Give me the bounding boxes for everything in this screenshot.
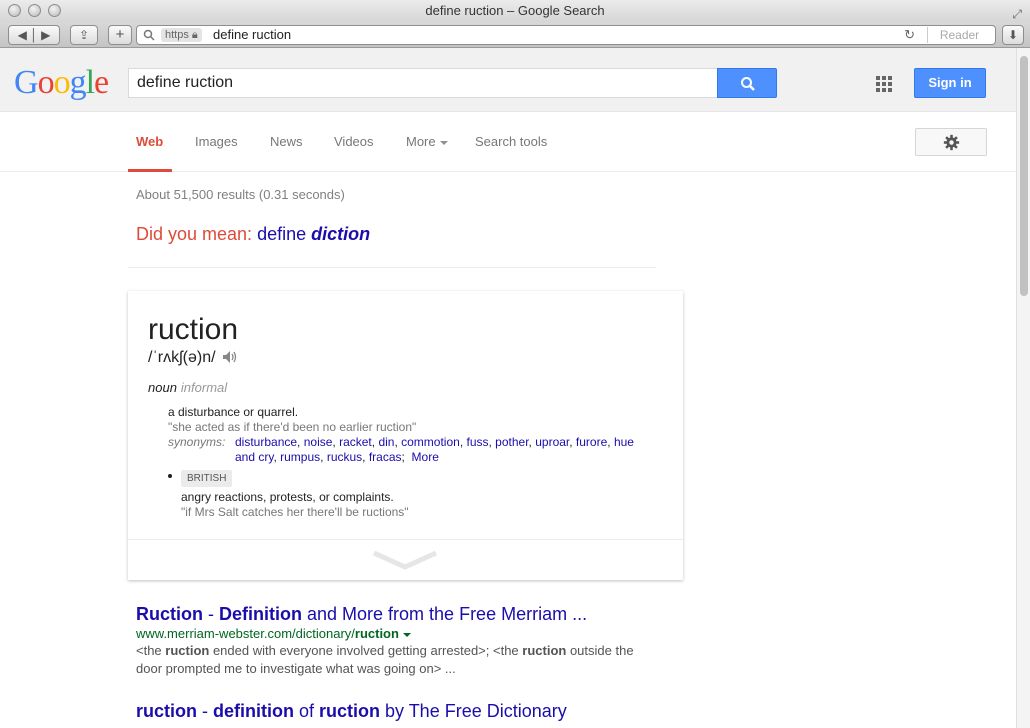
reload-icon[interactable]: ↻ [904, 26, 915, 44]
results-stats: About 51,500 results (0.31 seconds) [136, 187, 345, 202]
sense-bullet [168, 474, 172, 478]
tab-videos[interactable]: Videos [334, 134, 374, 149]
did-you-mean-link[interactable]: define diction [257, 224, 370, 244]
google-header: Google define ruction Sign in [0, 48, 1016, 112]
example-1: "she acted as if there'd been no earlier… [168, 420, 417, 434]
search-icon [741, 77, 755, 91]
window-title: define ruction – Google Search [425, 3, 605, 18]
did-you-mean-label: Did you mean: [136, 224, 253, 244]
back-forward-buttons[interactable]: ◀ │ ▶ [8, 25, 60, 45]
downloads-button[interactable]: ⬇ [1002, 25, 1024, 45]
url-dropdown-icon[interactable] [402, 632, 411, 637]
page-scrollbar[interactable] [1016, 48, 1030, 728]
google-logo[interactable]: Google [14, 64, 109, 102]
plus-icon: + [115, 26, 125, 43]
scrollbar-thumb[interactable] [1020, 56, 1028, 296]
reader-button[interactable]: Reader [927, 27, 991, 43]
tab-news[interactable]: News [270, 134, 303, 149]
synonym-link[interactable]: fuss [466, 435, 488, 449]
expand-chevron-icon[interactable] [372, 549, 438, 571]
synonyms-list: disturbance, noise, racket, din, commoti… [235, 435, 634, 464]
window-titlebar: define ruction – Google Search ⤢ [0, 0, 1030, 22]
search-tabs: Web Images News Videos More Search tools [0, 112, 1016, 172]
active-tab-indicator [128, 169, 172, 172]
definition-1: a disturbance or quarrel. [168, 405, 299, 419]
synonym-link[interactable]: noise [304, 435, 333, 449]
part-of-speech: noun informal [148, 380, 228, 395]
gear-icon [943, 134, 960, 151]
close-window-icon[interactable] [8, 4, 21, 17]
synonym-link[interactable]: uproar [535, 435, 569, 449]
tab-more[interactable]: More [406, 134, 448, 149]
browser-toolbar: ◀ │ ▶ ⇪ + https 🔒︎ define ruction ↻ Read… [0, 22, 1030, 48]
search-button[interactable] [717, 68, 777, 98]
tab-search-tools[interactable]: Search tools [475, 134, 547, 149]
card-footer-divider [128, 539, 683, 540]
result-title-2[interactable]: ruction - definition of ruction by The F… [136, 701, 567, 722]
synonym-link[interactable]: disturbance [235, 435, 297, 449]
back-icon[interactable]: ◀ [18, 28, 27, 42]
synonym-link[interactable]: fracas [369, 450, 402, 464]
lock-icon: 🔒︎ [191, 29, 198, 41]
zoom-window-icon[interactable] [48, 4, 61, 17]
synonym-link[interactable]: rumpus [280, 450, 320, 464]
definition-2: angry reactions, protests, or complaints… [181, 490, 394, 504]
speaker-icon[interactable] [222, 350, 238, 364]
settings-button[interactable] [915, 128, 987, 156]
address-bar[interactable]: https 🔒︎ define ruction ↻ Reader [136, 25, 996, 45]
region-badge: BRITISH [181, 470, 233, 487]
sign-in-button[interactable]: Sign in [914, 68, 986, 98]
synonym-link[interactable]: din [378, 435, 394, 449]
minimize-window-icon[interactable] [28, 4, 41, 17]
share-icon: ⇪ [78, 28, 90, 42]
url-text: define ruction [213, 27, 292, 42]
register-label: informal [180, 380, 228, 395]
tab-images[interactable]: Images [195, 134, 238, 149]
result-snippet-1: <the ruction ended with everyone involve… [136, 643, 634, 676]
share-button[interactable]: ⇪ [70, 25, 98, 45]
synonym-link[interactable]: ruckus [327, 450, 362, 464]
result-url-1: www.merriam-webster.com/dictionary/ructi… [136, 626, 411, 641]
synonym-link[interactable]: pother [495, 435, 528, 449]
synonyms-label: synonyms: [168, 435, 226, 449]
synonym-link[interactable]: commotion [401, 435, 460, 449]
https-badge: https 🔒︎ [161, 28, 202, 42]
synonym-link[interactable]: racket [339, 435, 372, 449]
dictionary-word: ruction [148, 313, 239, 346]
download-icon: ⬇ [1007, 28, 1019, 42]
search-input[interactable]: define ruction [128, 68, 718, 98]
result-title-1[interactable]: Ruction - Definition and More from the F… [136, 604, 587, 625]
dictionary-card: ruction /ˈrʌkʃ(ə)n/ noun informal a distu… [128, 291, 683, 580]
phonetic: /ˈrʌkʃ(ə)n/ [148, 349, 238, 367]
new-tab-button[interactable]: + [108, 25, 132, 45]
synonyms-more-link[interactable]: More [412, 450, 439, 464]
tab-web[interactable]: Web [136, 134, 163, 149]
example-2: "if Mrs Salt catches her there'll be ruc… [181, 505, 409, 519]
dropdown-caret-icon [439, 140, 448, 145]
did-you-mean: Did you mean: define diction [136, 224, 370, 245]
synonym-link[interactable]: furore [576, 435, 607, 449]
results-divider [128, 267, 656, 268]
forward-icon[interactable]: ▶ [41, 28, 50, 42]
apps-grid-icon[interactable] [876, 76, 892, 92]
search-icon [143, 29, 155, 41]
